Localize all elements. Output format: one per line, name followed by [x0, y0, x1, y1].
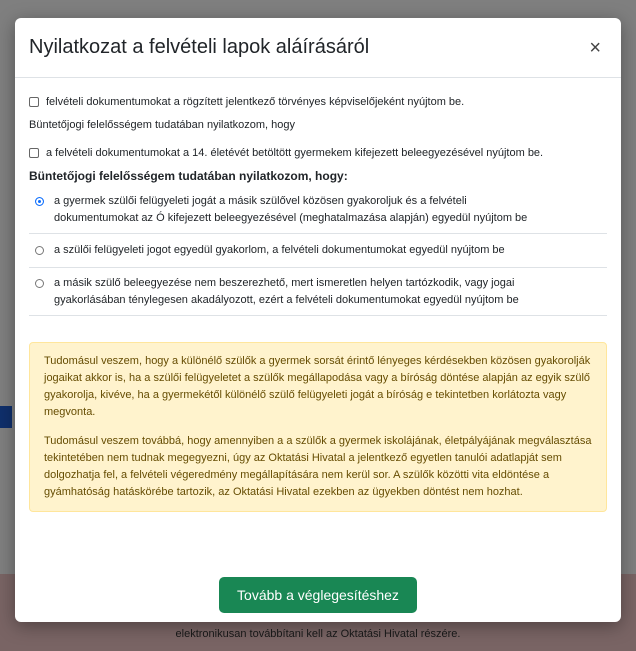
radio-button[interactable]	[35, 246, 44, 255]
custody-option-text: a gyermek szülői felügyeleti jogát a más…	[54, 193, 527, 227]
declaration-modal: Nyilatkozat a felvételi lapok aláírásáró…	[15, 18, 621, 622]
modal-header: Nyilatkozat a felvételi lapok aláírásáró…	[15, 18, 621, 78]
radio-button-selected[interactable]	[35, 197, 44, 206]
custody-option-line: dokumentumokat az Ó kifejezett beleegyez…	[54, 212, 528, 224]
continue-to-finalize-button[interactable]: Tovább a véglegesítéshez	[219, 577, 417, 613]
representative-checkbox[interactable]	[29, 97, 39, 107]
consent14-checkbox-label: a felvételi dokumentumokat a 14. életévé…	[46, 147, 544, 159]
custody-option-sole[interactable]: a szülői felügyeleti jogot egyedül gyako…	[29, 234, 607, 268]
criminal-statement-text: Büntetőjogi felelősségem tudatában nyila…	[29, 119, 296, 131]
modal-body: felvételi dokumentumokat a rögzített jel…	[15, 78, 621, 512]
custody-option-joint[interactable]: a gyermek szülői felügyeleti jogát a más…	[29, 189, 607, 234]
custody-radio-group: a gyermek szülői felügyeleti jogát a más…	[29, 189, 607, 316]
warning-paragraph-2: Tudomásul veszem továbbá, hogy amennyibe…	[44, 435, 592, 498]
custody-option-line: a másik szülő beleegyezése nem beszerezh…	[54, 277, 515, 289]
modal-footer: Tovább a véglegesítéshez	[15, 568, 621, 622]
warning-paragraph-1: Tudomásul veszem, hogy a különélő szülők…	[44, 355, 591, 418]
modal-title: Nyilatkozat a felvételi lapok aláírásáró…	[29, 36, 370, 58]
radio-button[interactable]	[35, 279, 44, 288]
custody-option-text: a másik szülő beleegyezése nem beszerezh…	[54, 275, 519, 309]
representative-checkbox-row[interactable]: felvételi dokumentumokat a rögzített jel…	[29, 96, 607, 108]
custody-option-unreachable[interactable]: a másik szülő beleegyezése nem beszerezh…	[29, 268, 607, 316]
warning-alert: Tudomásul veszem, hogy a különélő szülők…	[29, 342, 607, 512]
consent14-checkbox[interactable]	[29, 148, 39, 158]
custody-option-line: a szülői felügyeleti jogot egyedül gyako…	[54, 244, 505, 256]
criminal-statement-heading: Büntetőjogi felelősségem tudatában nyila…	[29, 169, 348, 183]
close-icon[interactable]: ×	[583, 38, 607, 58]
custody-option-line: gyakorlásában ténylegesen akadályozott, …	[54, 294, 519, 306]
consent14-checkbox-row[interactable]: a felvételi dokumentumokat a 14. életévé…	[29, 147, 607, 159]
representative-checkbox-label: felvételi dokumentumokat a rögzített jel…	[46, 96, 465, 108]
custody-option-line: a gyermek szülői felügyeleti jogát a más…	[54, 195, 467, 207]
